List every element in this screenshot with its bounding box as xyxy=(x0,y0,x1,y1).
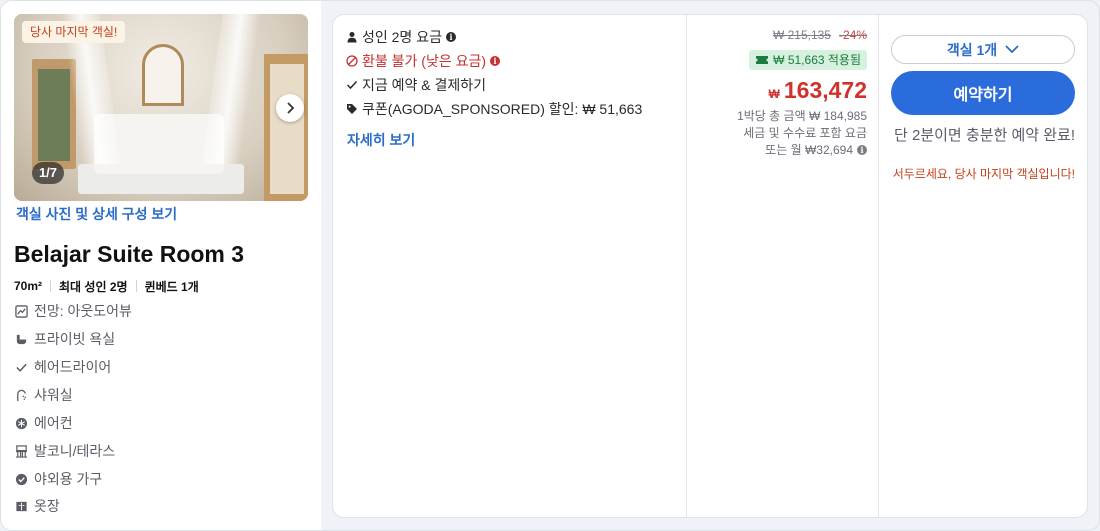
info-icon[interactable]: i xyxy=(445,32,456,42)
balcony-icon xyxy=(14,444,28,458)
taxes-note: 세금 및 수수료 포함 요금 xyxy=(743,126,867,140)
coupon-applied-badge: ₩ 51,663 적용됨 xyxy=(749,50,867,70)
chevron-down-icon xyxy=(1005,45,1019,54)
bathroom-icon xyxy=(14,332,28,346)
person-icon xyxy=(346,30,358,44)
condition-pay-now: 지금 예약 & 결제하기 xyxy=(346,75,486,95)
per-night-total: 1박당 총 금액 ₩ 184,985 xyxy=(737,109,867,123)
feature-label: 샤워실 xyxy=(34,387,73,403)
price-column: ₩ 215,135 -24% ₩ 51,663 적용됨 ₩ 163,472 1박당… xyxy=(687,15,867,215)
details-link[interactable]: 자세히 보기 xyxy=(347,130,415,150)
tag-icon xyxy=(346,102,358,116)
feature-item: 옷장 xyxy=(14,496,60,516)
snowflake-icon xyxy=(14,416,28,430)
price-value: 163,472 xyxy=(783,77,867,103)
feature-item: 헤어드라이어 xyxy=(14,357,111,377)
photo-counter: 1/7 xyxy=(32,162,64,184)
feature-label: 헤어드라이어 xyxy=(34,359,112,375)
room-meta: 70m² 최대 성인 2명 퀸베드 1개 xyxy=(14,278,199,294)
room-count-select[interactable]: 객실 1개 xyxy=(891,35,1075,64)
room-card: 당사 마지막 객실! 1/7 객실 사진 및 상세 구성 보기 Belajar … xyxy=(0,0,1100,531)
check-circle-icon xyxy=(14,472,28,486)
current-price: ₩ 163,472 xyxy=(769,77,867,104)
feature-label: 전망: 아웃도어뷰 xyxy=(34,303,132,319)
info-icon[interactable]: i xyxy=(490,56,501,66)
shower-icon xyxy=(14,388,28,402)
feature-item: 샤워실 xyxy=(14,385,73,405)
view-icon xyxy=(14,304,28,318)
feature-item: 야외용 가구 xyxy=(14,469,102,489)
last-room-warning: 서두르세요, 당사 마지막 객실입니다! xyxy=(892,167,1075,181)
condition-adults: 성인 2명 요금 i xyxy=(346,27,456,47)
monthly-price: 또는 월 ₩32,694 i xyxy=(765,141,867,158)
feature-label: 에어컨 xyxy=(34,415,73,431)
original-price: ₩ 215,135 -24% xyxy=(772,28,867,42)
room-size: 70m² xyxy=(14,279,43,293)
room-photos-link[interactable]: 객실 사진 및 상세 구성 보기 xyxy=(16,204,177,224)
room-max-occupancy: 최대 성인 2명 xyxy=(59,279,128,294)
feature-item: 발코니/테라스 xyxy=(14,441,115,461)
condition-no-refund: 환불 불가 (낮은 요금) i xyxy=(346,51,501,71)
ticket-icon xyxy=(756,56,769,64)
feature-label: 프라이빗 욕실 xyxy=(34,331,116,347)
no-refund-icon xyxy=(346,54,358,68)
feature-label: 발코니/테라스 xyxy=(34,443,116,459)
check-icon xyxy=(14,360,28,374)
rate-offer-card: 성인 2명 요금 i 환불 불가 (낮은 요금) i 지금 예약 & 결제하기 … xyxy=(332,14,1088,518)
discount-percent: -24% xyxy=(838,28,867,42)
feature-item: 에어컨 xyxy=(14,413,73,433)
condition-coupon: 쿠폰(AGODA_SPONSORED) 할인: ₩ 51,663 xyxy=(346,99,642,119)
column-divider xyxy=(878,15,879,517)
feature-label: 야외용 가구 xyxy=(34,471,103,487)
book-button[interactable]: 예약하기 xyxy=(891,71,1075,115)
currency-symbol: ₩ xyxy=(768,87,780,101)
closet-icon xyxy=(14,499,28,513)
feature-label: 옷장 xyxy=(34,498,60,514)
next-photo-button[interactable] xyxy=(276,94,304,122)
check-icon xyxy=(346,78,358,92)
room-name: Belajar Suite Room 3 xyxy=(14,241,245,267)
room-bed-type: 퀸베드 1개 xyxy=(144,279,199,294)
feature-item: 전망: 아웃도어뷰 xyxy=(14,301,132,321)
urgency-message: 단 2분이면 충분한 예약 완료! xyxy=(894,127,1075,144)
room-info-panel: 당사 마지막 객실! 1/7 객실 사진 및 상세 구성 보기 Belajar … xyxy=(1,1,321,530)
feature-item: 프라이빗 욕실 xyxy=(14,329,115,349)
chevron-right-icon xyxy=(287,102,295,114)
info-icon[interactable]: i xyxy=(857,144,867,155)
last-room-badge: 당사 마지막 객실! xyxy=(22,21,126,43)
